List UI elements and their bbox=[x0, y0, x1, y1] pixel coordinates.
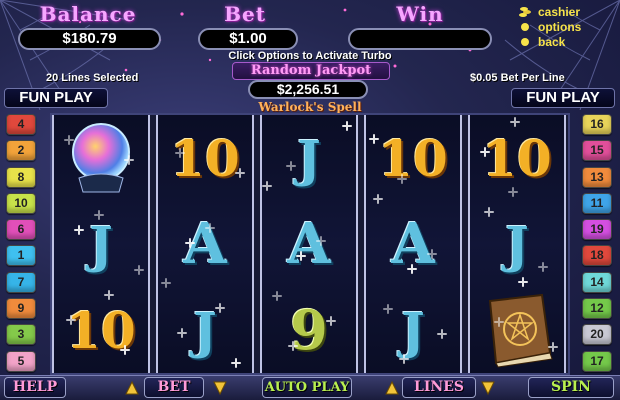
payline-left-9[interactable]: 5 bbox=[6, 350, 36, 372]
balance-value: $180.79 bbox=[18, 28, 161, 50]
spin-button[interactable]: SPIN bbox=[528, 377, 614, 398]
payline-left-2[interactable]: 8 bbox=[6, 166, 36, 188]
arrow-up-icon bbox=[385, 380, 399, 394]
back-link[interactable]: back bbox=[518, 34, 618, 49]
symbol-10-text: 10 bbox=[170, 128, 240, 188]
symbol-J-text: J bbox=[297, 128, 321, 188]
payline-indicators-left: 4 2 8 10 6 1 7 9 3 5 bbox=[6, 114, 40, 377]
reel-symbol: J bbox=[158, 287, 252, 373]
bet-label: Bet bbox=[224, 2, 266, 26]
reel-2: 10 A J bbox=[156, 115, 254, 373]
payline-right-6[interactable]: 14 bbox=[582, 271, 612, 293]
payline-right-8[interactable]: 20 bbox=[582, 324, 612, 346]
payline-left-0[interactable]: 4 bbox=[6, 114, 36, 135]
cashier-link[interactable]: cashier bbox=[518, 4, 618, 19]
payline-right-1[interactable]: 15 bbox=[582, 140, 612, 162]
reel-symbol: 9 bbox=[262, 287, 356, 373]
payline-indicators-right: 16 15 13 11 19 18 14 12 20 17 bbox=[582, 114, 616, 377]
options-label: options bbox=[538, 19, 582, 34]
bet-button[interactable]: BET bbox=[144, 377, 204, 398]
reel-symbol: 10 bbox=[366, 115, 460, 201]
bet-up-arrow[interactable] bbox=[124, 378, 140, 397]
crystal-ball-icon bbox=[72, 123, 130, 193]
symbol-A-text: A bbox=[391, 211, 435, 277]
symbol-J-text: J bbox=[89, 214, 113, 274]
top-menu: cashier options back bbox=[518, 4, 618, 49]
symbol-10-text: 10 bbox=[378, 128, 448, 188]
payline-right-5[interactable]: 18 bbox=[582, 245, 612, 267]
reel-symbol: 10 bbox=[54, 287, 148, 373]
cashier-label: cashier bbox=[538, 4, 581, 19]
win-value bbox=[348, 28, 492, 50]
balance-label: Balance bbox=[39, 2, 137, 26]
lines-selected-text: 20 Lines Selected bbox=[46, 72, 139, 84]
arrow-up-icon bbox=[125, 380, 139, 394]
reel-symbol: A bbox=[158, 201, 252, 287]
win-label: Win bbox=[396, 2, 444, 26]
random-jackpot-label: Random Jackpot bbox=[232, 62, 390, 80]
lines-down-arrow[interactable] bbox=[480, 378, 496, 397]
payline-right-2[interactable]: 13 bbox=[582, 166, 612, 188]
reel-symbol bbox=[54, 115, 148, 201]
game-title: Warlock's Spell bbox=[258, 100, 362, 114]
reel-3: JA 9 bbox=[260, 115, 358, 373]
dot-icon bbox=[521, 37, 529, 46]
reel-symbol: 10 bbox=[470, 115, 564, 201]
auto-play-button[interactable]: AUTO PLAY bbox=[262, 377, 352, 398]
payline-left-5[interactable]: 1 bbox=[6, 245, 36, 267]
reel-symbol bbox=[470, 287, 564, 373]
fun-play-badge-right: FUN PLAY bbox=[511, 88, 615, 108]
coins-icon bbox=[519, 6, 531, 17]
reel-symbol: J bbox=[366, 287, 460, 373]
payline-left-8[interactable]: 3 bbox=[6, 324, 36, 346]
payline-left-7[interactable]: 9 bbox=[6, 298, 36, 320]
reel-5: 10 J bbox=[468, 115, 566, 373]
payline-right-9[interactable]: 17 bbox=[582, 350, 612, 372]
reel-1: J 10 bbox=[52, 115, 150, 373]
reel-symbol: 10 bbox=[158, 115, 252, 201]
spellbook-icon bbox=[488, 293, 553, 368]
symbol-10-text: 10 bbox=[482, 128, 552, 188]
symbol-A-text: A bbox=[183, 211, 227, 277]
bet-down-arrow[interactable] bbox=[212, 378, 228, 397]
reel-4: 10 A J bbox=[364, 115, 462, 373]
slot-machine: Balance $180.79 Bet $1.00 Win cashier op… bbox=[0, 0, 620, 400]
arrow-down-icon bbox=[481, 381, 495, 395]
symbol-J-text: J bbox=[505, 214, 529, 274]
reel-symbol: A bbox=[262, 201, 356, 287]
bet-value: $1.00 bbox=[198, 28, 298, 50]
reel-symbol: J bbox=[262, 115, 356, 201]
symbol-10-text: 10 bbox=[66, 300, 136, 360]
payline-left-1[interactable]: 2 bbox=[6, 140, 36, 162]
fun-play-badge-left: FUN PLAY bbox=[4, 88, 108, 108]
payline-left-3[interactable]: 10 bbox=[6, 192, 36, 214]
reel-area: J 10 10 A J J A 9 10 A J 10 J bbox=[50, 113, 570, 375]
reel-symbol: J bbox=[470, 201, 564, 287]
payline-right-3[interactable]: 11 bbox=[582, 192, 612, 214]
help-button[interactable]: HELP bbox=[4, 377, 66, 398]
symbol-J-text: J bbox=[193, 300, 217, 360]
payline-left-6[interactable]: 7 bbox=[6, 271, 36, 293]
options-link[interactable]: options bbox=[518, 19, 618, 34]
symbol-9-text: 9 bbox=[290, 298, 328, 362]
reel-symbol: J bbox=[54, 201, 148, 287]
symbol-J-text: J bbox=[401, 300, 425, 360]
random-jackpot-value: $2,256.51 bbox=[248, 80, 368, 99]
lines-button[interactable]: LINES bbox=[402, 377, 476, 398]
payline-right-0[interactable]: 16 bbox=[582, 114, 612, 135]
arrow-down-icon bbox=[213, 381, 227, 395]
dot-icon bbox=[521, 22, 529, 31]
symbol-A-text: A bbox=[287, 211, 331, 277]
lines-up-arrow[interactable] bbox=[384, 378, 400, 397]
reel-symbol: A bbox=[366, 201, 460, 287]
payline-right-7[interactable]: 12 bbox=[582, 298, 612, 320]
back-label: back bbox=[538, 34, 566, 49]
payline-left-4[interactable]: 6 bbox=[6, 219, 36, 241]
bet-per-line-text: $0.05 Bet Per Line bbox=[470, 72, 565, 84]
payline-right-4[interactable]: 19 bbox=[582, 219, 612, 241]
